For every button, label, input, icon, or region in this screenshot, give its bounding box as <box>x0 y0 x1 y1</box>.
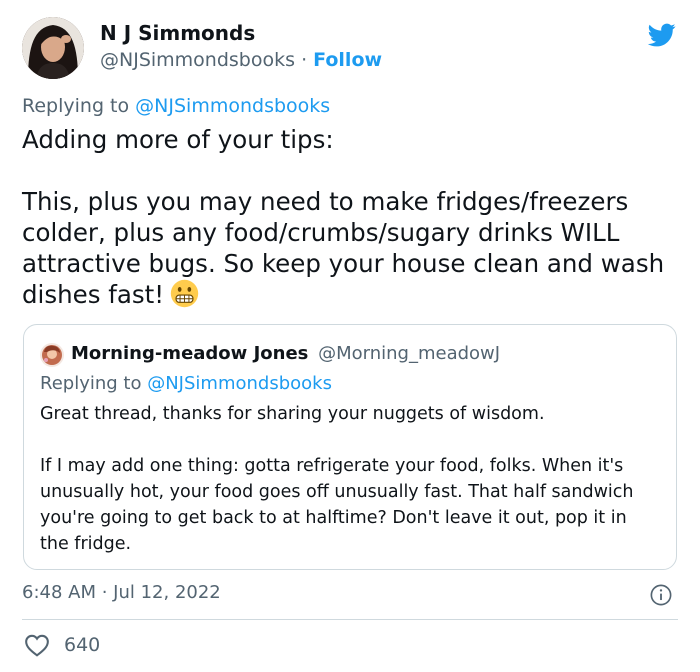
quoted-tweet[interactable]: Morning-meadow Jones @Morning_meadowJ Re… <box>23 324 677 570</box>
tweet-timestamp[interactable]: 6:48 AM · Jul 12, 2022 <box>22 582 221 603</box>
follow-button[interactable]: Follow <box>313 49 382 71</box>
replying-to: Replying to @NJSimmondsbooks <box>22 95 330 117</box>
like-count: 640 <box>64 634 101 656</box>
quoted-replying-to: Replying to @NJSimmondsbooks <box>40 373 332 394</box>
quoted-avatar[interactable] <box>40 343 64 367</box>
tweet-header: N J Simmonds @NJSimmondsbooks · Follow <box>22 17 682 81</box>
replying-mention[interactable]: @NJSimmondsbooks <box>135 95 330 117</box>
author-handle-row: @NJSimmondsbooks · Follow <box>100 49 382 71</box>
divider <box>22 619 678 620</box>
heart-icon[interactable] <box>24 633 50 657</box>
grimacing-face-icon <box>170 279 199 308</box>
quoted-author-name[interactable]: Morning-meadow Jones <box>71 343 308 364</box>
quoted-replying-prefix: Replying to <box>40 373 142 394</box>
replying-prefix: Replying to <box>22 95 130 117</box>
tweet-text-content: Adding more of your tips: This, plus you… <box>22 125 665 309</box>
quoted-author-handle[interactable]: @Morning_meadowJ <box>318 343 500 364</box>
tweet-text: Adding more of your tips: This, plus you… <box>22 124 672 310</box>
like-action[interactable]: 640 <box>24 632 100 658</box>
quoted-replying-mention[interactable]: @NJSimmondsbooks <box>147 373 332 394</box>
handle-separator: · <box>301 49 308 71</box>
twitter-bird-icon[interactable] <box>646 21 678 49</box>
author-handle[interactable]: @NJSimmondsbooks <box>100 49 295 71</box>
quoted-name-row: Morning-meadow Jones @Morning_meadowJ <box>71 343 500 364</box>
tweet-card: N J Simmonds @NJSimmondsbooks · Follow R… <box>0 0 700 672</box>
avatar[interactable] <box>22 17 84 79</box>
author-name[interactable]: N J Simmonds <box>100 21 255 45</box>
quoted-tweet-text: Great thread, thanks for sharing your nu… <box>40 404 634 554</box>
info-icon[interactable] <box>650 584 672 606</box>
